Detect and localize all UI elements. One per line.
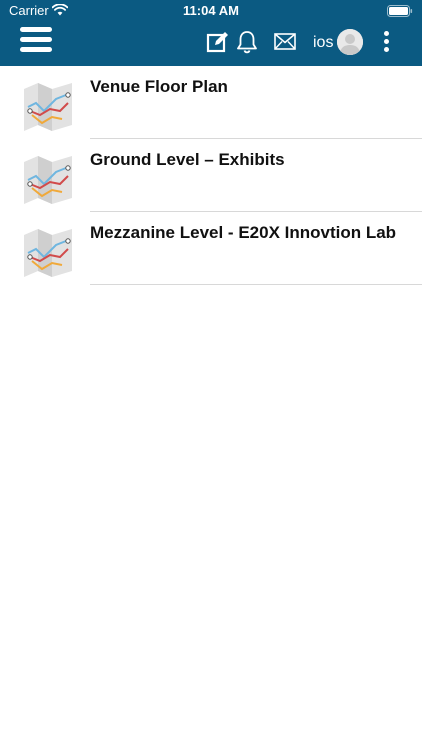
more-vertical-icon-dot — [383, 39, 389, 44]
status-time: 11:04 AM — [183, 3, 239, 18]
floor-plan-item[interactable]: Venue Floor Plan — [0, 66, 422, 139]
app-screen: Carrier 11:04 AM ios Venue Floor Plan Gr… — [0, 0, 422, 750]
bell-icon[interactable] — [235, 29, 259, 55]
floor-plan-item[interactable]: Mezzanine Level - E20X Innovtion Lab — [0, 212, 422, 285]
map-icon — [24, 156, 72, 204]
user-name-label[interactable]: ios — [313, 34, 333, 52]
map-icon — [24, 83, 72, 131]
floor-plan-title: Mezzanine Level - E20X Innovtion Lab — [90, 223, 397, 242]
menu-icon-bar — [20, 27, 52, 32]
floor-plan-list: Venue Floor Plan Ground Level – Exhibits — [0, 66, 422, 285]
more-vertical-icon-dot — [383, 47, 389, 52]
more-options-button[interactable] — [380, 31, 392, 55]
menu-button[interactable] — [20, 27, 52, 57]
navigation-bar: ios — [0, 22, 422, 66]
floor-plan-title: Ground Level – Exhibits — [90, 150, 285, 169]
edit-icon[interactable] — [206, 30, 230, 54]
map-icon — [24, 229, 72, 277]
floor-plan-item[interactable]: Ground Level – Exhibits — [0, 139, 422, 212]
menu-icon-bar — [20, 47, 52, 52]
top-bar: Carrier 11:04 AM ios — [0, 0, 422, 66]
avatar-icon — [337, 29, 363, 55]
battery-icon — [387, 5, 413, 17]
list-divider — [90, 284, 422, 285]
mail-icon[interactable] — [274, 33, 296, 51]
status-bar: Carrier 11:04 AM — [0, 0, 422, 22]
user-avatar[interactable] — [337, 29, 363, 55]
floor-plan-title: Venue Floor Plan — [90, 77, 228, 96]
menu-icon-bar — [20, 37, 52, 42]
more-vertical-icon-dot — [383, 31, 389, 36]
